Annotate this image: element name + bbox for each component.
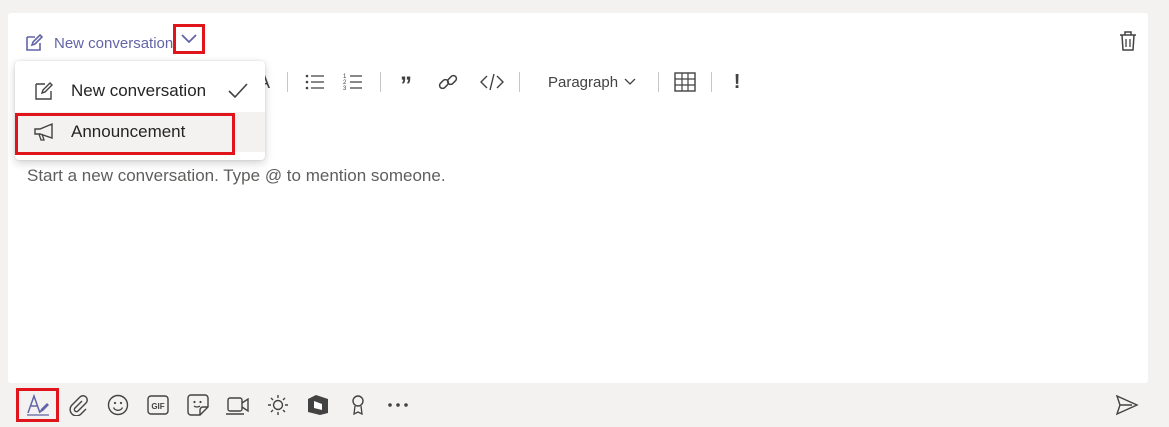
insert-table-button[interactable] [673,72,697,92]
format-button[interactable] [16,388,59,422]
conversation-mode-label[interactable]: New conversation [54,35,173,52]
emoji-button[interactable] [98,389,138,421]
toolbar-divider [658,72,660,92]
bulleted-list-button[interactable] [302,74,328,90]
link-button[interactable] [435,71,461,93]
quote-button[interactable]: ” [395,66,417,98]
praise-icon [352,395,364,416]
stream-button[interactable] [298,389,338,421]
bullet-list-icon [305,74,324,90]
gif-button[interactable]: GIF [138,389,178,421]
more-icon [388,403,408,407]
link-icon [438,74,458,90]
megaphone-icon [34,122,53,141]
table-icon [674,72,696,92]
gif-label: GIF [151,402,164,411]
trash-icon[interactable] [1118,30,1138,52]
menu-item-announcement[interactable]: Announcement [15,112,265,152]
mode-dropdown-button[interactable] [173,24,205,54]
emoji-icon [107,394,129,416]
code-icon [480,73,504,91]
menu-item-label: Announcement [71,122,186,141]
conversation-mode-selector[interactable]: New conversation [24,31,173,55]
message-input[interactable]: Start a new conversation. Type @ to ment… [27,166,446,186]
paragraph-style-dropdown[interactable]: Paragraph [548,74,636,91]
menu-item-new-conversation[interactable]: New conversation [15,71,265,111]
stream-icon [308,395,328,415]
toolbar-divider [711,72,713,92]
checkmark-icon [228,83,248,99]
code-button[interactable] [479,73,505,91]
compose-actions-bar: GIF [16,388,418,422]
attach-button[interactable] [58,389,98,421]
menu-item-label: New conversation [71,81,207,100]
attach-icon [69,395,88,416]
numbered-list-button[interactable]: 1 2 3 [340,73,366,91]
chevron-down-icon [624,78,636,85]
send-icon[interactable] [1115,394,1139,416]
format-toolbar: A 1 2 3 ” [253,66,744,98]
numbered-list-icon: 1 2 3 [343,74,362,91]
praise-button[interactable] [338,389,378,421]
toolbar-divider [380,72,381,92]
mark-important-button[interactable]: ! [730,71,744,94]
gif-icon: GIF [147,395,169,415]
sticker-button[interactable] [178,389,218,421]
toolbar-divider [287,72,288,92]
meet-now-icon [226,397,249,415]
more-options-button[interactable] [378,389,418,421]
praise-sun-button[interactable] [258,389,298,421]
chevron-down-icon [181,34,197,44]
sticker-icon [187,394,209,416]
conversation-type-menu: New conversation Announcement [15,61,265,160]
compose-icon [26,33,44,51]
svg-text:3: 3 [343,86,347,91]
praise-sun-icon [268,395,288,415]
format-icon [26,394,49,416]
compose-icon [35,82,53,100]
paragraph-style-label: Paragraph [548,73,619,91]
meet-now-button[interactable] [218,389,258,421]
toolbar-divider [519,72,520,92]
